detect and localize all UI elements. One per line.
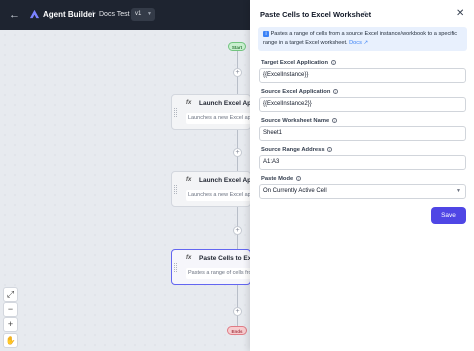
drag-handle-icon[interactable] <box>174 263 177 272</box>
add-step-plus-icon[interactable]: + <box>233 307 242 316</box>
flow-node-paste-cells[interactable]: fx Paste Cells to Excel Worksheet Pastes… <box>171 249 251 285</box>
version-select[interactable]: v1 ▼ <box>131 8 155 21</box>
zoom-in-button[interactable]: + <box>3 317 18 332</box>
field-label-source-range: Source Range Address i <box>261 146 333 154</box>
source-range-address-input[interactable]: A1:A3 <box>259 155 466 170</box>
node-description: Pastes a range of cells from a source <box>186 268 250 279</box>
node-description: Launches a new Excel application <box>186 190 250 201</box>
add-step-plus-icon[interactable]: + <box>233 68 242 77</box>
field-label-target-excel: Target Excel Application i <box>261 59 336 67</box>
edit-pencil-icon[interactable]: ✎ <box>363 9 369 20</box>
fx-function-icon: fx <box>186 177 192 183</box>
save-button[interactable]: Save <box>431 207 466 224</box>
info-banner: i Pastes a range of cells from a source … <box>258 27 467 51</box>
help-icon: i <box>333 88 338 94</box>
source-excel-application-input[interactable]: {{ExcelInstance2}} <box>259 97 466 112</box>
docs-link[interactable]: Docs ↗ <box>349 40 368 46</box>
help-icon: i <box>295 175 301 181</box>
flow-node-launch-excel-1[interactable]: fx Launch Excel Application Launches a n… <box>171 94 251 130</box>
end-node[interactable]: Ends <box>227 326 247 335</box>
help-icon: i <box>331 117 337 123</box>
paste-mode-select[interactable]: On Currently Active Cell ▼ <box>259 184 466 199</box>
node-title: Launch Excel Application <box>199 100 251 107</box>
fx-function-icon: fx <box>186 255 192 261</box>
node-title: Launch Excel Application <box>199 177 251 184</box>
node-description: Launches a new Excel application <box>186 113 250 124</box>
node-settings-panel: Paste Cells to Excel Worksheet ✎ ✕ i Pas… <box>250 0 474 351</box>
node-title: Paste Cells to Excel Worksheet <box>199 255 251 262</box>
flow-node-launch-excel-2[interactable]: fx Launch Excel Application Launches a n… <box>171 171 251 207</box>
add-step-plus-icon[interactable]: + <box>233 226 242 235</box>
chevron-down-icon: ▼ <box>456 188 461 194</box>
help-icon: i <box>330 59 336 65</box>
field-label-paste-mode: Paste Mode i <box>261 175 301 183</box>
drag-handle-icon[interactable] <box>174 108 177 117</box>
help-icon: i <box>327 146 333 152</box>
fit-view-icon[interactable]: ⤢ <box>3 287 18 302</box>
back-arrow-icon[interactable]: ← <box>9 8 20 22</box>
start-node[interactable]: Start <box>228 42 246 51</box>
project-name[interactable]: Docs Test <box>99 9 130 21</box>
brand-name: Agent Builder <box>43 10 96 19</box>
drag-handle-icon[interactable] <box>174 185 177 194</box>
agent-builder-logo-icon <box>29 9 40 19</box>
panel-title: Paste Cells to Excel Worksheet <box>260 10 372 19</box>
zoom-out-button[interactable]: − <box>3 302 18 317</box>
source-worksheet-name-input[interactable]: Sheet1 <box>259 126 466 141</box>
close-icon[interactable]: ✕ <box>456 8 464 20</box>
fx-function-icon: fx <box>186 100 192 106</box>
info-icon: i <box>263 31 269 37</box>
pan-hand-icon[interactable]: ✋ <box>3 333 18 348</box>
field-label-source-excel: Source Excel Application i <box>261 88 338 96</box>
paste-mode-value: On Currently Active Cell <box>263 188 327 194</box>
external-link-icon: ↗ <box>363 39 369 46</box>
add-step-plus-icon[interactable]: + <box>233 148 242 157</box>
field-label-source-worksheet: Source Worksheet Name i <box>261 117 337 125</box>
version-label: v1 <box>135 11 142 17</box>
target-excel-application-input[interactable]: {{ExcelInstance}} <box>259 68 466 83</box>
chevron-down-icon: ▼ <box>147 11 152 17</box>
breadcrumb-separator: / <box>91 9 94 19</box>
